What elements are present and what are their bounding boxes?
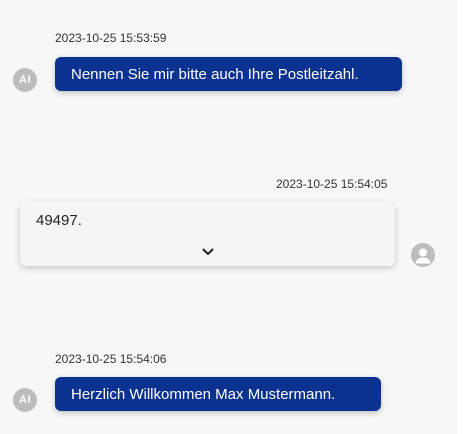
user-message-bubble: 49497. <box>20 202 395 266</box>
message-text: Nennen Sie mir bitte auch Ihre Postleitz… <box>71 65 359 83</box>
ai-avatar-icon: AI <box>13 388 37 412</box>
ai-avatar-icon: AI <box>13 68 37 92</box>
scrollbar-track[interactable] <box>458 0 464 434</box>
message-timestamp: 2023-10-25 15:54:06 <box>55 352 167 366</box>
message-timestamp: 2023-10-25 15:53:59 <box>55 31 167 45</box>
message-timestamp: 2023-10-25 15:54:05 <box>276 177 388 191</box>
message-text: 49497. <box>36 212 82 229</box>
chevron-down-icon <box>202 248 214 255</box>
user-avatar-icon <box>411 243 435 267</box>
ai-message-bubble: Nennen Sie mir bitte auch Ihre Postleitz… <box>55 57 402 91</box>
expand-message-button[interactable] <box>198 244 218 260</box>
ai-message-bubble: Herzlich Willkommen Max Mustermann. <box>55 377 381 411</box>
message-text: Herzlich Willkommen Max Mustermann. <box>71 385 336 403</box>
